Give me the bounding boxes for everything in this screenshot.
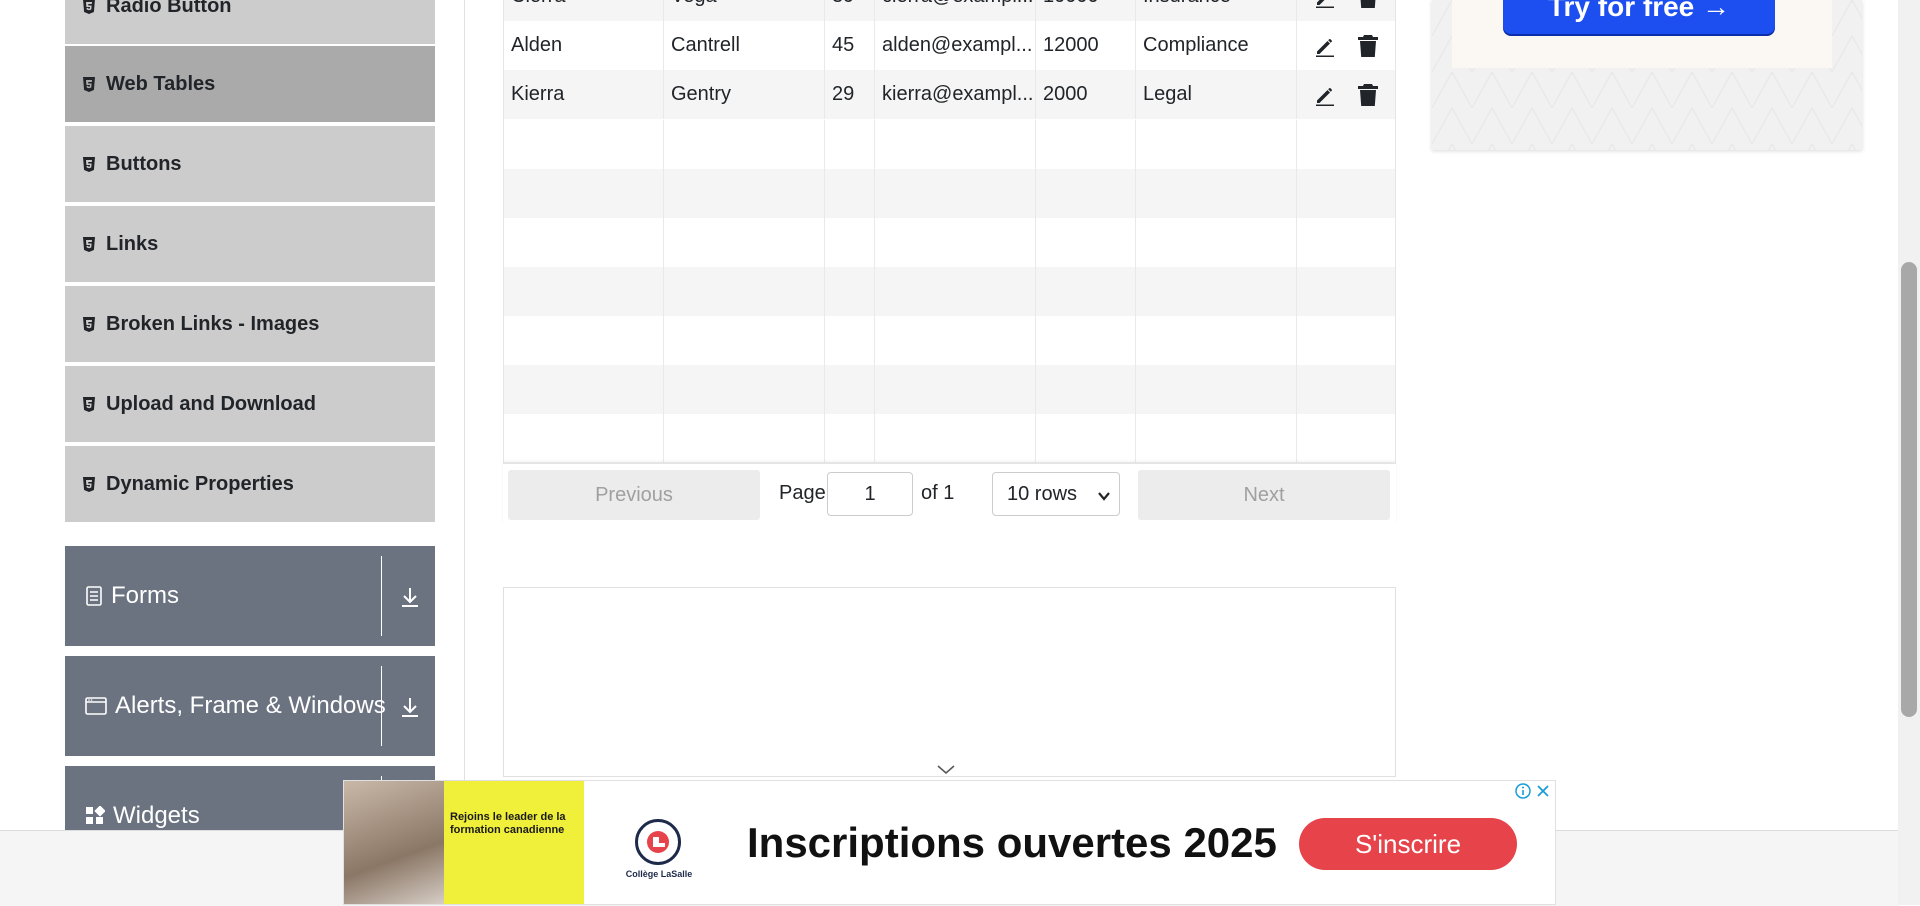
cell-last-name: Gentry	[664, 70, 825, 119]
html5-icon	[82, 0, 96, 14]
cell-salary: 2000	[1036, 70, 1136, 119]
table-row-empty	[504, 414, 1395, 463]
table-row-empty	[504, 365, 1395, 414]
right-ad: Try for free →	[1432, 0, 1862, 150]
sidebar-item-broken-links[interactable]: Broken Links - Images	[65, 286, 435, 364]
web-table: Cierra Vega 39 cierra@exampl... 10000 In…	[503, 0, 1396, 524]
cell-email: cierra@exampl...	[875, 0, 1036, 21]
cell-first-name: Kierra	[504, 70, 664, 119]
info-icon[interactable]	[1515, 783, 1531, 804]
cell-first-name: Alden	[504, 21, 664, 70]
table-row-empty	[504, 218, 1395, 267]
table-row-empty	[504, 316, 1395, 365]
page-total-label: of 1	[921, 481, 955, 504]
sidebar-item-label: Links	[106, 232, 159, 255]
try-for-free-button[interactable]: Try for free →	[1503, 0, 1775, 34]
sidebar-item-label: Web Tables	[106, 72, 216, 95]
bottom-banner-ad[interactable]: Rejoins le leader de la formation canadi…	[343, 780, 1556, 905]
close-icon[interactable]	[1535, 783, 1551, 804]
sidebar-item-links[interactable]: Links	[65, 206, 435, 284]
cell-actions	[1297, 70, 1395, 119]
banner-headline: Inscriptions ouvertes 2025	[747, 819, 1277, 866]
cell-email: alden@exampl...	[875, 21, 1036, 70]
delete-icon[interactable]	[1357, 34, 1379, 58]
html5-icon	[82, 396, 96, 412]
table-row: Alden Cantrell 45 alden@exampl... 12000 …	[504, 21, 1395, 70]
page-label: Page	[779, 481, 826, 504]
document-icon	[85, 586, 103, 606]
sidebar-item-label: Buttons	[106, 152, 182, 175]
table-row-empty	[504, 120, 1395, 169]
sidebar-item-label: Broken Links - Images	[106, 312, 320, 335]
delete-icon[interactable]	[1357, 0, 1379, 9]
group-label: Widgets	[113, 802, 200, 829]
cell-actions	[1297, 21, 1395, 70]
table-row: Kierra Gentry 29 kierra@exampl... 2000 L…	[504, 70, 1395, 119]
download-arrow-icon	[400, 696, 420, 725]
html5-icon	[82, 316, 96, 332]
group-label: Forms	[111, 582, 179, 609]
sidebar-divider	[464, 0, 465, 830]
page-scrollbar[interactable]	[1898, 0, 1920, 905]
rows-per-page-select[interactable]: 10 rows	[992, 472, 1120, 516]
next-button[interactable]: Next	[1138, 470, 1390, 520]
cell-salary: 12000	[1036, 21, 1136, 70]
sidebar-item-upload-download[interactable]: Upload and Download	[65, 366, 435, 444]
scrollbar-thumb[interactable]	[1901, 262, 1917, 717]
sidebar-item-radio-button[interactable]: Radio Button	[65, 0, 435, 46]
sidebar-item-label: Dynamic Properties	[106, 472, 294, 495]
sidebar-item-web-tables[interactable]: Web Tables	[65, 46, 435, 124]
page-number-input[interactable]	[827, 472, 913, 516]
divider	[381, 556, 382, 636]
group-label: Alerts, Frame & Windows	[115, 692, 386, 719]
sidebar-item-label: Radio Button	[106, 0, 232, 17]
cell-age: 45	[825, 21, 875, 70]
rows-per-page-value: 10 rows	[1007, 482, 1078, 505]
window-icon	[85, 697, 107, 715]
cell-department: Insurance	[1136, 0, 1297, 21]
college-logo-text: Collège LaSalle	[625, 869, 693, 879]
cell-last-name: Cantrell	[664, 21, 825, 70]
cell-actions	[1297, 0, 1395, 21]
table-row-empty	[504, 169, 1395, 218]
divider	[381, 666, 382, 746]
html5-icon	[82, 156, 96, 172]
sidebar-item-label: Upload and Download	[106, 392, 316, 415]
cell-age: 39	[825, 0, 875, 21]
cell-last-name: Vega	[664, 0, 825, 21]
chevron-down-icon	[1097, 486, 1111, 509]
ad-placeholder	[503, 587, 1396, 777]
sidebar-item-buttons[interactable]: Buttons	[65, 126, 435, 204]
download-arrow-icon	[400, 586, 420, 615]
edit-icon[interactable]	[1313, 83, 1337, 107]
cell-first-name: Cierra	[504, 0, 664, 21]
students-photo	[344, 781, 444, 904]
widgets-icon	[85, 806, 105, 826]
ad-controls	[1515, 783, 1551, 804]
college-logo-icon	[635, 819, 681, 865]
html5-icon	[82, 476, 96, 492]
table-row: Cierra Vega 39 cierra@exampl... 10000 In…	[504, 0, 1395, 21]
sidebar-group-alerts[interactable]: Alerts, Frame & Windows	[65, 656, 435, 756]
banner-image: Rejoins le leader de la formation canadi…	[344, 781, 584, 904]
delete-icon[interactable]	[1357, 83, 1379, 107]
cell-department: Compliance	[1136, 21, 1297, 70]
cell-email: kierra@exampl...	[875, 70, 1036, 119]
html5-icon	[82, 76, 96, 92]
edit-icon[interactable]	[1313, 34, 1337, 58]
html5-icon	[82, 236, 96, 252]
table-row-empty	[504, 267, 1395, 316]
sidebar-item-dynamic-properties[interactable]: Dynamic Properties	[65, 446, 435, 524]
signup-button[interactable]: S'inscrire	[1299, 818, 1517, 870]
cell-salary: 10000	[1036, 0, 1136, 21]
cell-department: Legal	[1136, 70, 1297, 119]
previous-button[interactable]: Previous	[508, 470, 760, 520]
edit-icon[interactable]	[1313, 0, 1337, 9]
pagination-bar: Previous Page of 1 10 rows Next	[503, 462, 1396, 524]
cell-age: 29	[825, 70, 875, 119]
sidebar-group-forms[interactable]: Forms	[65, 546, 435, 646]
banner-image-text: Rejoins le leader de la formation canadi…	[450, 811, 566, 836]
